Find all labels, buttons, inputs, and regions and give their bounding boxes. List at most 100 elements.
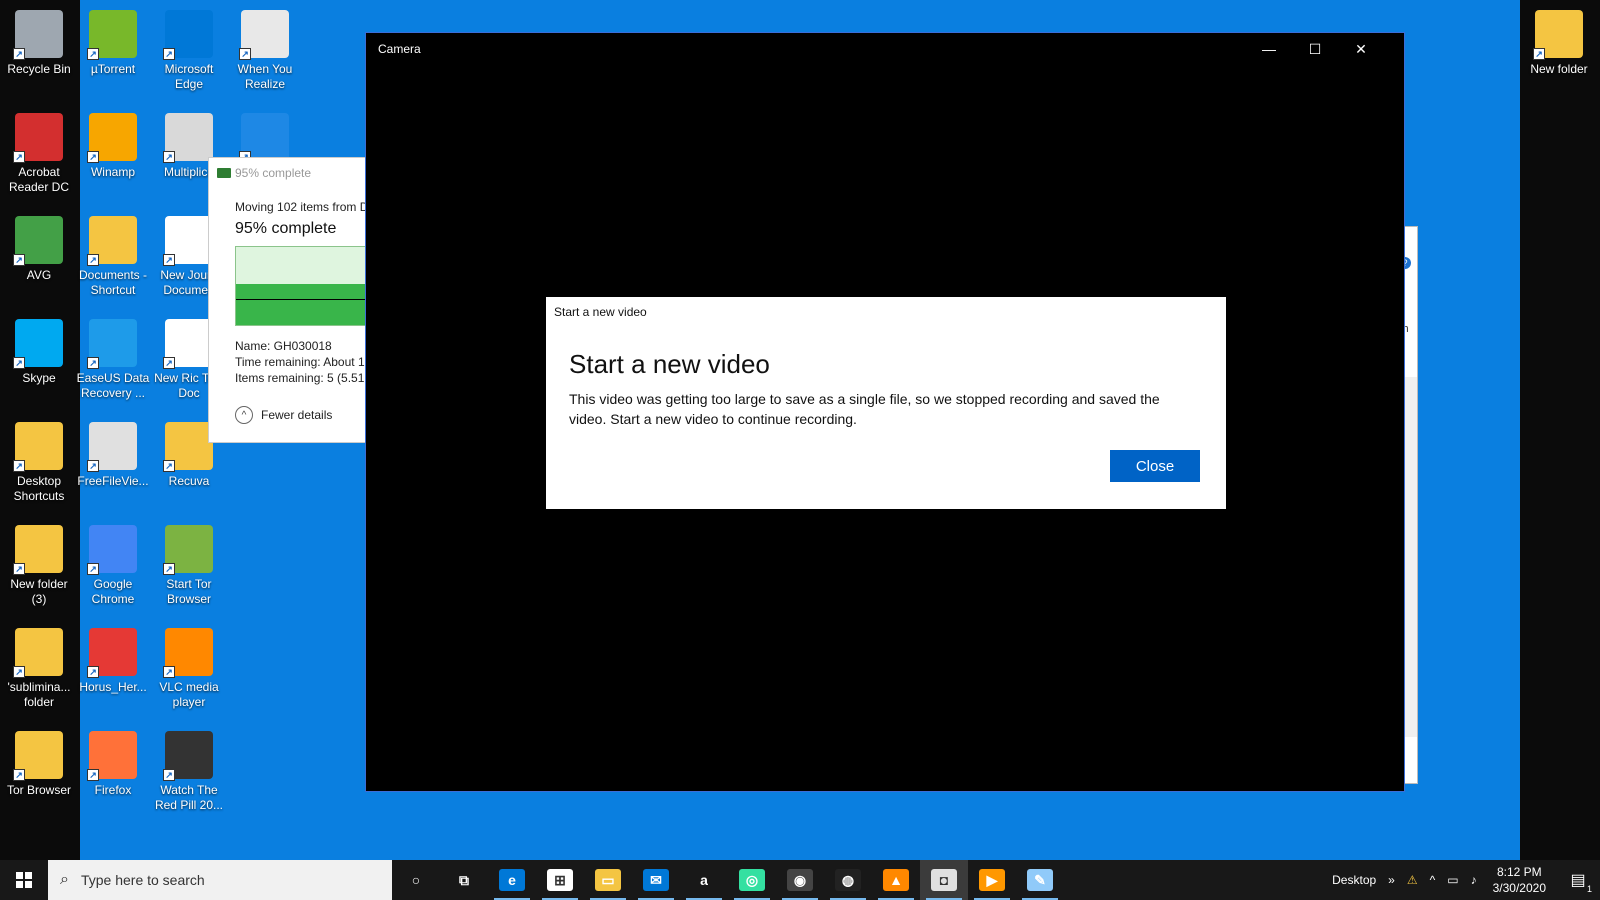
clock-date: 3/30/2020	[1492, 881, 1546, 895]
folder-icon: ↗	[13, 422, 63, 472]
desktop-icon[interactable]: ↗ Microsoft Edge	[150, 4, 228, 102]
desktop-icon-label: AVG	[26, 268, 52, 282]
desktop-icon-label: EaseUS Data Recovery ...	[76, 371, 150, 400]
desktop-icon-label: Desktop Shortcuts	[13, 474, 65, 503]
taskbar-app-button[interactable]: ◘	[920, 860, 968, 900]
desktop-icon[interactable]: ↗ µTorrent	[74, 4, 152, 102]
action-center-button[interactable]: ▤ 1	[1556, 860, 1600, 900]
desktop-icon[interactable]: ↗ Start Tor Browser	[150, 519, 228, 617]
desktop-icon[interactable]: ↗ When You Realize	[226, 4, 304, 102]
shortcut-arrow-icon: ↗	[87, 769, 99, 781]
taskbar-app-button[interactable]: ◎	[728, 860, 776, 900]
start-new-video-dialog[interactable]: Start a new video Start a new video This…	[546, 297, 1226, 509]
desktop-toolbar-label[interactable]: Desktop	[1326, 873, 1382, 887]
close-window-button[interactable]: ✕	[1338, 33, 1384, 65]
firefox-icon: ↗	[87, 731, 137, 781]
minimize-icon: —	[1262, 41, 1276, 57]
shortcut-arrow-icon: ↗	[87, 48, 99, 60]
desktop-icon[interactable]: ↗ Skype	[0, 313, 78, 411]
folder-icon: ↗	[13, 525, 63, 575]
shortcut-arrow-icon: ↗	[163, 563, 175, 575]
search-input[interactable]: ⌕ Type here to search	[48, 860, 392, 900]
color-app-icon: ◍	[835, 869, 861, 891]
fewer-details-button[interactable]: ^ Fewer details	[235, 406, 332, 424]
desktop-icon[interactable]: ↗ EaseUS Data Recovery ...	[74, 313, 152, 411]
clock-time: 8:12 PM	[1496, 865, 1542, 879]
cortana-icon: ○	[403, 869, 429, 891]
taskbar-app-button[interactable]: ▲	[872, 860, 920, 900]
desktop-icon-label: Skype	[22, 371, 56, 385]
taskbar-app-button[interactable]: ⧉	[440, 860, 488, 900]
show-hidden-icons-icon[interactable]: ^	[1424, 873, 1442, 887]
chevron-double-icon[interactable]: »	[1382, 873, 1401, 887]
clock[interactable]: 8:12 PM 3/30/2020	[1483, 864, 1556, 896]
taskbar-app-button[interactable]: ▭	[584, 860, 632, 900]
shortcut-arrow-icon: ↗	[87, 460, 99, 472]
close-button[interactable]: Close	[1110, 450, 1200, 482]
desktop-icon-label: Acrobat Reader DC	[8, 165, 70, 194]
desktop-icon[interactable]: ↗ Tor Browser	[0, 725, 78, 823]
scrollbar[interactable]	[1405, 377, 1417, 737]
time-remaining: Time remaining: About 1	[235, 355, 365, 369]
desktop-icon-label: When You Realize	[237, 62, 293, 91]
camera-window[interactable]: Camera — ☐ ✕ Start a new video Start a n…	[365, 32, 1405, 792]
desktop-icon[interactable]: ↗ VLC media player	[150, 622, 228, 720]
maximize-button[interactable]: ☐	[1292, 33, 1338, 65]
move-files-icon	[217, 168, 231, 178]
taskbar-app-button[interactable]: ◉	[776, 860, 824, 900]
desktop-icon-label: Start Tor Browser	[166, 577, 212, 606]
desktop-icon[interactable]: ↗ Google Chrome	[74, 519, 152, 617]
pdf-icon: ↗	[87, 628, 137, 678]
camera-titlebar[interactable]: Camera — ☐ ✕	[366, 33, 1404, 65]
desktop-icon-label: FreeFileVie...	[77, 474, 149, 488]
avg-icon: ↗	[13, 216, 63, 266]
shortcut-arrow-icon: ↗	[163, 460, 175, 472]
desktop-icon[interactable]: ↗ AVG	[0, 210, 78, 308]
desktop-icon[interactable]: ↗ Winamp	[74, 107, 152, 205]
minimize-button[interactable]: —	[1246, 33, 1292, 65]
windows-security-icon: ↗	[239, 113, 289, 163]
volume-icon[interactable]: ♪	[1465, 873, 1483, 887]
taskbar-app-button[interactable]: ▶	[968, 860, 1016, 900]
file-progress-dialog[interactable]: 95% complete Moving 102 items from D 95%…	[208, 157, 369, 443]
desktop-icon[interactable]: ↗ FreeFileVie...	[74, 416, 152, 514]
desktop-icon-label: Documents - Shortcut	[78, 268, 148, 297]
start-button[interactable]	[0, 860, 48, 900]
desktop-icon-label: Winamp	[90, 165, 135, 179]
taskbar-app-button[interactable]: e	[488, 860, 536, 900]
multiplica-icon: ↗	[163, 113, 213, 163]
moving-items-text: Moving 102 items from D	[235, 200, 369, 214]
paint-3d-icon: ✎	[1027, 869, 1053, 891]
desktop-icon[interactable]: ↗ New folder	[1520, 4, 1598, 102]
edge-icon: e	[499, 869, 525, 891]
warning-icon[interactable]: ⚠	[1401, 873, 1424, 887]
desktop-icon[interactable]: ↗ Desktop Shortcuts	[0, 416, 78, 514]
shortcut-arrow-icon: ↗	[1533, 48, 1545, 60]
taskbar-app-button[interactable]: ✎	[1016, 860, 1064, 900]
shortcut-arrow-icon: ↗	[87, 254, 99, 266]
desktop-icon[interactable]: ↗ Horus_Her...	[74, 622, 152, 720]
shortcut-arrow-icon: ↗	[239, 48, 251, 60]
desktop-icon[interactable]: ↗ Acrobat Reader DC	[0, 107, 78, 205]
shortcut-arrow-icon: ↗	[87, 563, 99, 575]
taskbar-app-button[interactable]: ○	[392, 860, 440, 900]
folder-icon: ↗	[1533, 10, 1583, 60]
desktop-icon[interactable]: ↗ Recycle Bin	[0, 4, 78, 102]
battery-icon[interactable]: ▭	[1441, 873, 1464, 887]
desktop-icon[interactable]: ↗ New folder (3)	[0, 519, 78, 617]
taskbar-app-button[interactable]: ⊞	[536, 860, 584, 900]
items-remaining: Items remaining: 5 (5.51	[235, 371, 365, 385]
store-icon: ⊞	[547, 869, 573, 891]
desktop-icon[interactable]: ↗ Firefox	[74, 725, 152, 823]
shortcut-arrow-icon: ↗	[163, 769, 175, 781]
taskbar-app-button[interactable]: ✉	[632, 860, 680, 900]
desktop-icon[interactable]: ↗ Documents - Shortcut	[74, 210, 152, 308]
shortcut-arrow-icon: ↗	[87, 357, 99, 369]
taskbar-app-button[interactable]: a	[680, 860, 728, 900]
notifications-icon: ▤	[1570, 872, 1586, 889]
acrobat-icon: ↗	[13, 113, 63, 163]
desktop-icon[interactable]: ↗ Watch The Red Pill 20...	[150, 725, 228, 823]
taskbar-app-button[interactable]: ◍	[824, 860, 872, 900]
gradient-icon: ↗	[239, 10, 289, 60]
desktop-icon[interactable]: ↗ 'sublimina... folder	[0, 622, 78, 720]
